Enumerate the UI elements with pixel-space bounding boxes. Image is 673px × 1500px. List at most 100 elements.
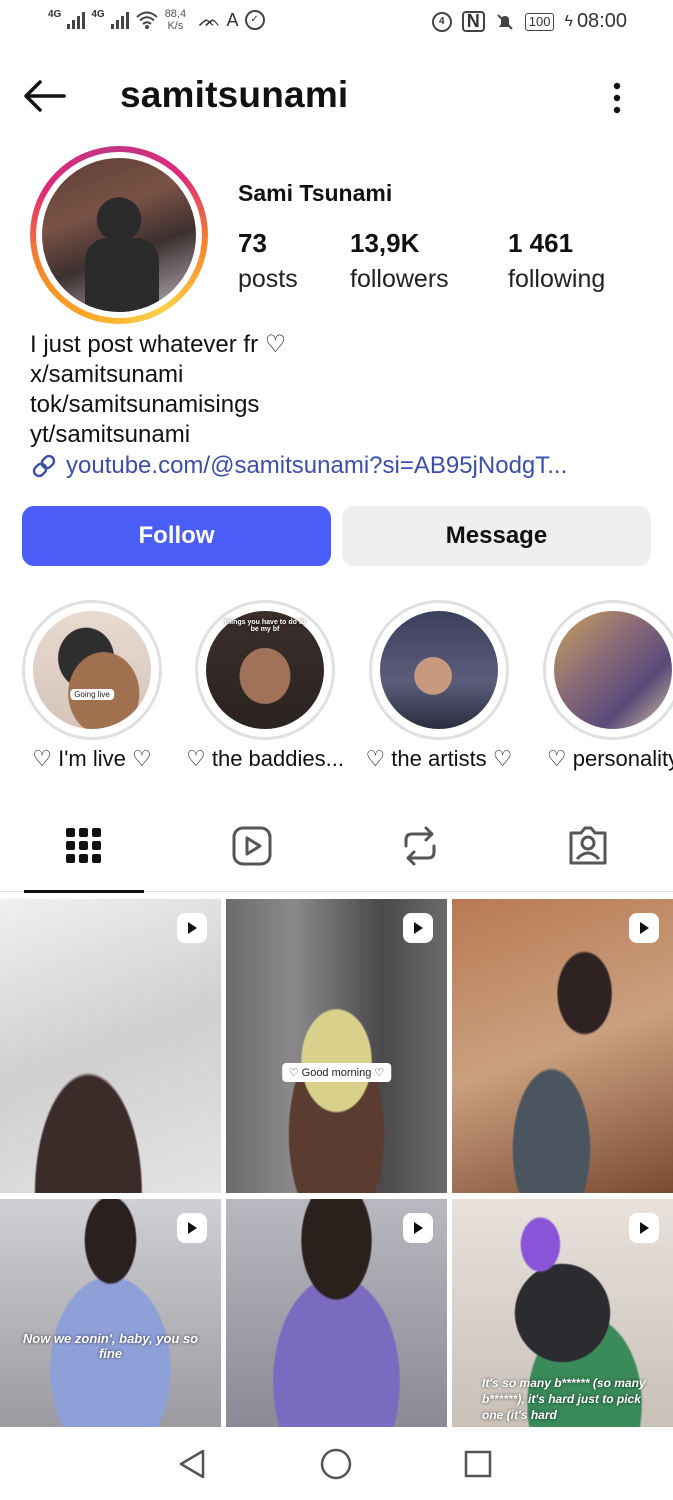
bio-line: x/samitsunami	[30, 361, 184, 388]
wifi-icon	[136, 11, 158, 29]
highlight-personality[interactable]: ♡ personality	[543, 600, 673, 771]
charging-icon: ϟ	[564, 12, 573, 30]
triangle-back-icon	[179, 1449, 205, 1479]
highlight-artists[interactable]: ♡ the artists ♡	[365, 600, 513, 771]
posts-grid: ♡ Good morning ♡ Now we zonin', baby, yo…	[0, 897, 673, 1427]
status-left: 4G 4G 88,4 K/s ᨏ A ✓	[48, 8, 265, 32]
highlight-ring	[369, 600, 509, 740]
data-saver-icon: 4	[431, 11, 452, 32]
post-caption: ♡ Good morning ♡	[281, 1063, 392, 1082]
play-icon	[640, 1222, 649, 1234]
reel-badge	[629, 1213, 659, 1243]
back-button[interactable]	[20, 74, 68, 118]
reposts-icon	[404, 826, 436, 866]
post-thumbnail[interactable]: It's so many b****** (so many b******), …	[452, 1199, 673, 1427]
reel-badge	[177, 913, 207, 943]
highlight-cover: Going live	[33, 611, 151, 729]
posts-count: 73 posts	[238, 228, 298, 294]
posts-value: 73	[238, 228, 267, 258]
followers-value: 13,9K	[350, 228, 420, 258]
highlight-label: ♡ personality	[546, 746, 673, 771]
vpn-icon: ✓	[244, 10, 265, 30]
app-notification-icon: ᨏ	[198, 9, 221, 30]
status-bar: 4G 4G 88,4 K/s ᨏ A ✓ 4 N 100 ϟ 08:00	[0, 0, 673, 46]
mute-icon	[497, 13, 513, 30]
display-name: Sami Tsunami	[238, 180, 393, 206]
tab-tagged[interactable]	[504, 800, 672, 892]
bio-line: tok/samitsunamisings	[30, 391, 260, 418]
link-text: youtube.com/@samitsunami?si=AB95jNodgT..…	[66, 452, 568, 479]
username-title: samitsunami	[120, 74, 349, 115]
circle-home-icon	[320, 1448, 352, 1480]
speed-unit: K/s	[167, 20, 184, 32]
following-label: following	[508, 265, 606, 293]
highlight-cover: things you have to do to be my bf	[206, 611, 324, 729]
signal-icon	[67, 11, 86, 29]
play-icon	[414, 1222, 423, 1234]
back-arrow-icon	[24, 80, 66, 112]
avatar	[42, 158, 196, 312]
reel-badge	[403, 913, 433, 943]
post-thumbnail[interactable]: Now we zonin', baby, you so fine	[0, 1199, 221, 1427]
system-nav-bar	[0, 1428, 673, 1500]
posts-label: posts	[238, 265, 298, 293]
profile-link[interactable]: youtube.com/@samitsunami?si=AB95jNodgT..…	[30, 452, 567, 480]
post-thumbnail[interactable]	[0, 899, 221, 1193]
post-thumbnail[interactable]: ♡ Good morning ♡	[226, 899, 447, 1193]
bio: I just post whatever fr ♡ x/samitsunami …	[30, 330, 286, 450]
highlight-ring: things you have to do to be my bf	[195, 600, 335, 740]
network-type-2: 4G	[91, 8, 105, 20]
post-thumbnail[interactable]	[452, 899, 673, 1193]
status-right: 4 N 100 ϟ 08:00	[431, 10, 627, 33]
profile-header: samitsunami	[0, 60, 673, 132]
tagged-icon	[569, 826, 607, 865]
more-options-button[interactable]	[605, 78, 629, 118]
followers-count[interactable]: 13,9K followers	[350, 228, 449, 294]
followers-label: followers	[350, 265, 449, 293]
play-icon	[188, 1222, 197, 1234]
highlight-cover	[554, 611, 672, 729]
avatar-frame	[36, 152, 202, 318]
highlight-caption: Going live	[70, 689, 114, 700]
bio-line: I just post whatever fr ♡	[30, 331, 287, 358]
post-thumbnail[interactable]	[226, 1199, 447, 1427]
reel-badge	[177, 1213, 207, 1243]
tab-posts[interactable]	[0, 800, 168, 893]
profile-tabs	[0, 800, 673, 893]
play-icon	[414, 922, 423, 934]
highlight-label: ♡ the artists ♡	[365, 746, 513, 771]
nav-home-button[interactable]	[316, 1446, 356, 1482]
clock: 08:00	[576, 10, 627, 32]
network-speed: 88,4 K/s	[165, 8, 186, 32]
reels-icon	[232, 826, 272, 866]
grid-icon	[66, 828, 101, 863]
reel-badge	[629, 913, 659, 943]
nav-back-button[interactable]	[172, 1446, 212, 1482]
avatar-story-ring[interactable]	[30, 146, 208, 324]
nfc-icon: N	[461, 11, 485, 32]
speed-value: 88,4	[164, 8, 187, 20]
highlight-im-live[interactable]: Going live ♡ I'm live ♡	[22, 600, 162, 771]
play-icon	[640, 922, 649, 934]
post-caption: Now we zonin', baby, you so fine	[22, 1331, 199, 1361]
following-value: 1 461	[508, 228, 574, 258]
nav-recents-button[interactable]	[458, 1446, 498, 1482]
more-vertical-icon	[613, 82, 621, 114]
link-icon	[32, 454, 56, 478]
post-caption: It's so many b****** (so many b******), …	[482, 1376, 646, 1422]
highlight-ring: Going live	[22, 600, 162, 740]
play-icon	[188, 922, 197, 934]
following-count[interactable]: 1 461 following	[508, 228, 605, 294]
bio-line: yt/samitsunami	[30, 421, 191, 448]
message-button[interactable]: Message	[342, 506, 651, 566]
highlight-caption: things you have to do to be my bf	[224, 619, 306, 633]
signal-icon-2	[110, 11, 129, 29]
follow-button[interactable]: Follow	[22, 506, 331, 566]
highlight-label: ♡ I'm live ♡	[32, 746, 152, 771]
network-type-1: 4G	[48, 8, 62, 20]
tab-reposts[interactable]	[336, 800, 504, 892]
highlight-baddies[interactable]: things you have to do to be my bf ♡ the …	[186, 600, 344, 771]
tab-reels[interactable]	[168, 800, 336, 892]
text-notification-icon: A	[226, 9, 239, 30]
highlight-cover	[380, 611, 498, 729]
